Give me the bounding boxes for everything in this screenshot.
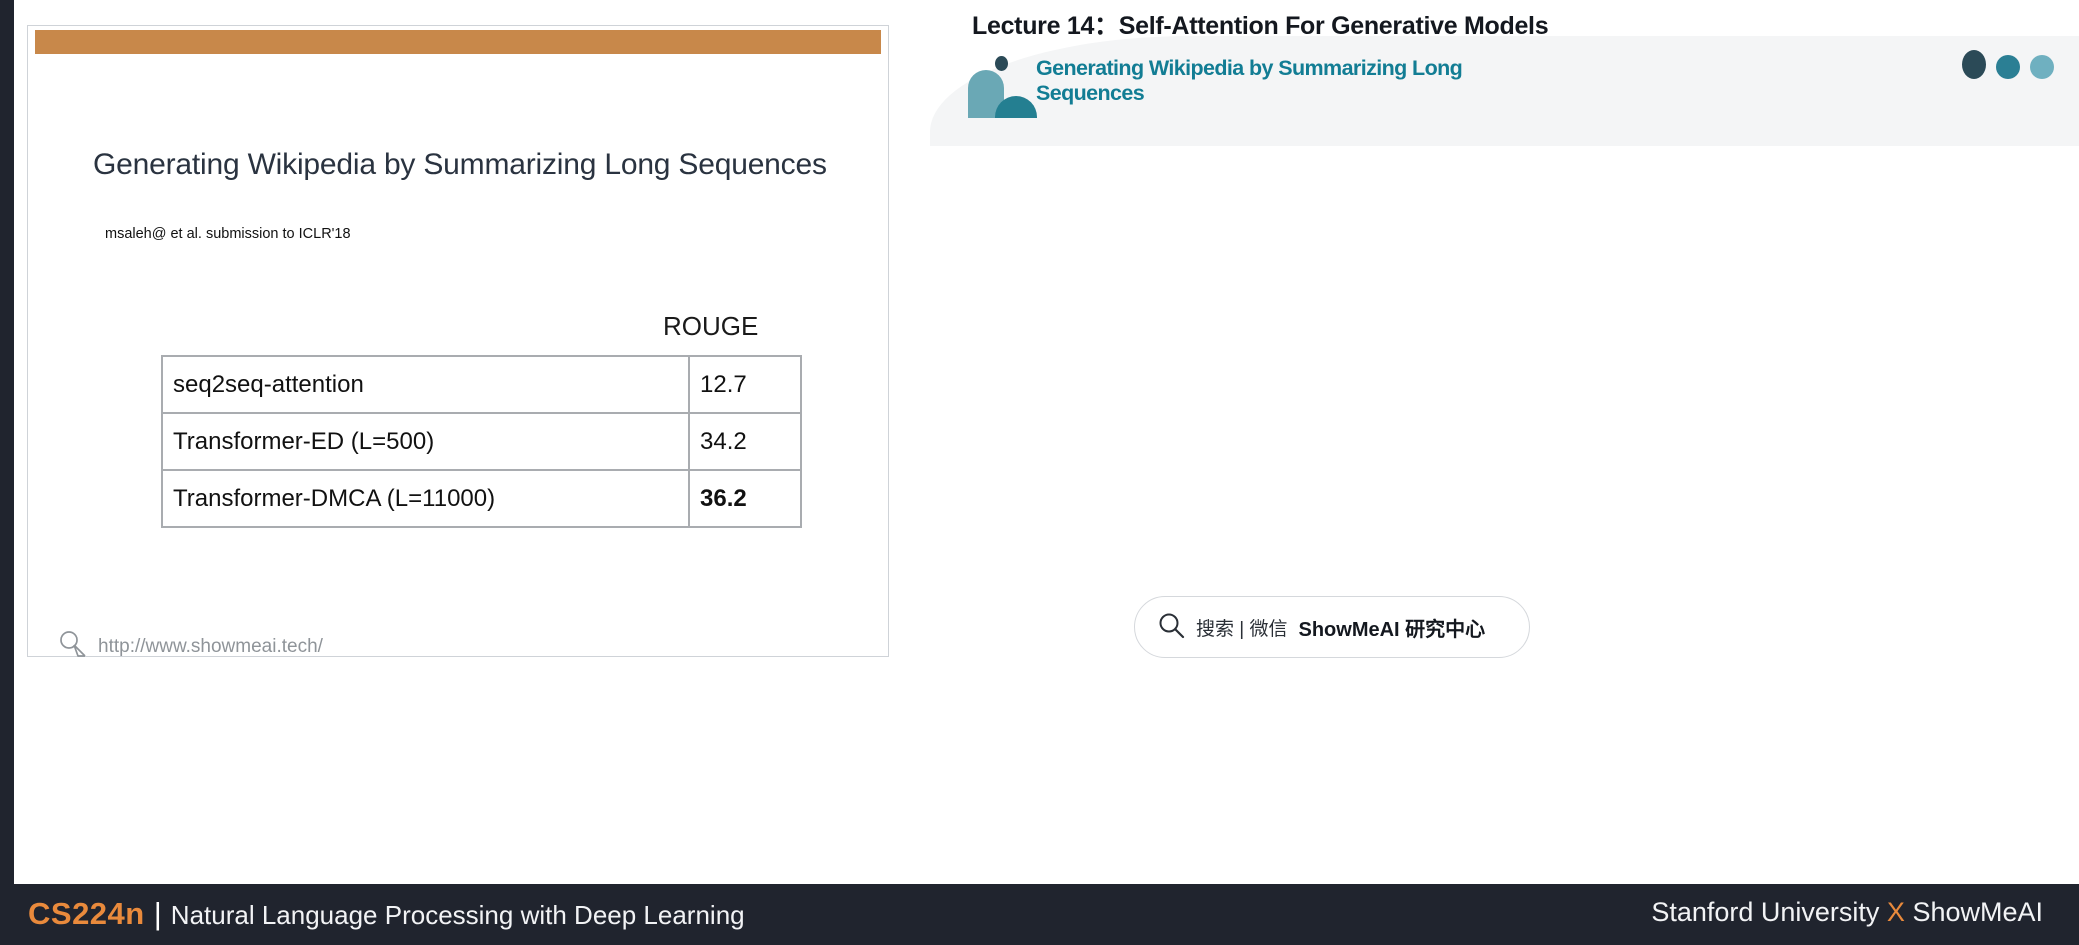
- light-teal-dot-icon: [2030, 55, 2054, 79]
- table-cell-rouge-value: 12.7: [688, 355, 802, 414]
- dark-dot-icon: [1962, 50, 1986, 79]
- search-box[interactable]: 搜索 | 微信 ShowMeAI 研究中心: [1134, 596, 1530, 658]
- footer-brand-label: ShowMeAI: [1904, 897, 2043, 927]
- footer-course-name: Natural Language Processing with Deep Le…: [170, 900, 745, 930]
- watermark-url-text: http://www.showmeai.tech/: [98, 635, 323, 657]
- table-cell-model-name: seq2seq-attention: [161, 355, 690, 414]
- footer-x-separator: X: [1886, 897, 1905, 927]
- pen-cursor-icon: [58, 629, 88, 664]
- table-row: Transformer-DMCA (L=11000) 36.2: [161, 469, 802, 528]
- slide-accent-bar: [35, 30, 881, 54]
- showmeai-logo-icon: [968, 56, 1037, 118]
- footer-left-group: CS224n | Natural Language Processing wit…: [28, 896, 745, 932]
- left-edge-rail: [0, 0, 14, 884]
- slide-card: Generating Wikipedia by Summarizing Long…: [27, 25, 889, 657]
- magnifier-icon: [1157, 611, 1185, 644]
- teal-dot-icon: [1996, 55, 2020, 79]
- slide-subtitle-authors: msaleh@ et al. submission to ICLR'18: [105, 226, 351, 242]
- table-cell-model-name: Transformer-ED (L=500): [161, 412, 690, 471]
- table-cell-rouge-value: 36.2: [688, 469, 802, 528]
- results-table: seq2seq-attention 12.7 Transformer-ED (L…: [161, 355, 802, 528]
- slide-title: Generating Wikipedia by Summarizing Long…: [93, 148, 827, 181]
- paper-header-block: Generating Wikipedia by Summarizing Long…: [968, 46, 2068, 146]
- table-value-column-header: ROUGE: [663, 311, 759, 341]
- footer-university-label: Stanford University: [1651, 897, 1887, 927]
- footer-separator: |: [153, 896, 162, 931]
- search-label: 搜索 | 微信: [1196, 618, 1288, 640]
- footer-course-code: CS224n: [28, 896, 145, 931]
- footer-right-group: Stanford University X ShowMeAI: [1651, 897, 2043, 928]
- footer-bar: CS224n | Natural Language Processing wit…: [0, 884, 2079, 945]
- table-row: Transformer-ED (L=500) 34.2: [161, 412, 802, 471]
- watermark: http://www.showmeai.tech/: [58, 629, 323, 664]
- table-cell-model-name: Transformer-DMCA (L=11000): [161, 469, 690, 528]
- table-cell-rouge-value: 34.2: [688, 412, 802, 471]
- search-brand-label: ShowMeAI 研究中心: [1298, 618, 1486, 641]
- paper-title: Generating Wikipedia by Summarizing Long…: [1036, 56, 1463, 106]
- table-row: seq2seq-attention 12.7: [161, 355, 802, 414]
